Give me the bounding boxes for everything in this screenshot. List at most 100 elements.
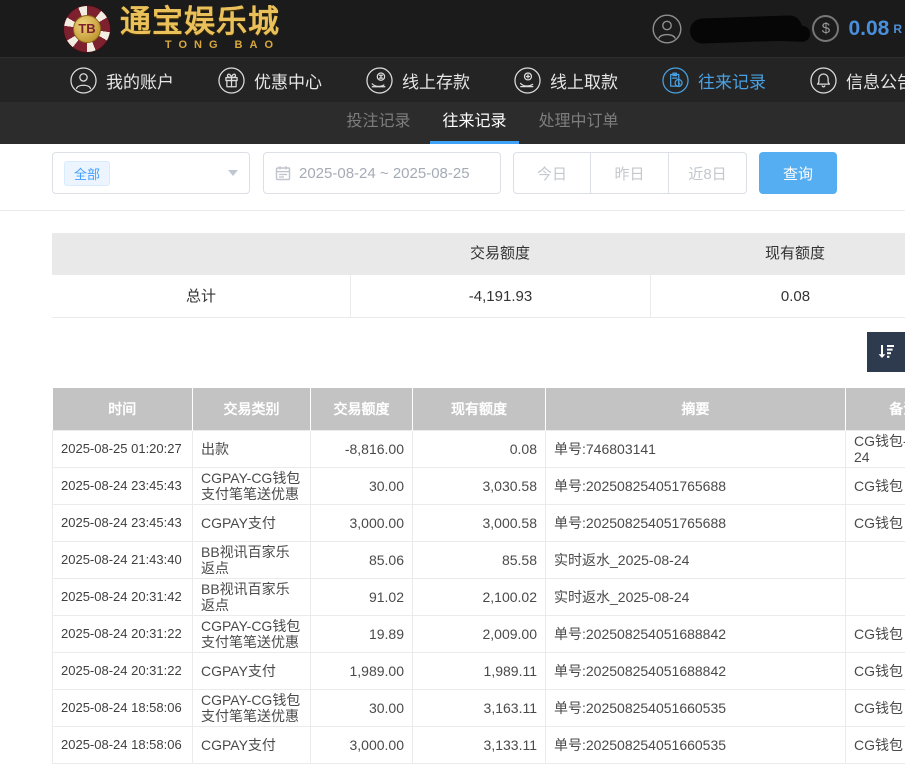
cell-type: CGPAY支付 (193, 504, 311, 541)
account-icon (70, 67, 97, 94)
nav-item-promotions[interactable]: 优惠中心 (218, 67, 322, 94)
cell-amount: 30.00 (311, 689, 413, 726)
nav-item-label: 线上取款 (550, 68, 618, 93)
cell-time: 2025-08-24 18:58:06 (53, 726, 193, 763)
sub-nav: 投注记录 往来记录 处理中订单 (0, 102, 905, 144)
summary-table: 交易额度 现有额度 总计 -4,191.93 0.08 (52, 233, 905, 318)
total-trade-amount: -4,191.93 (350, 275, 650, 318)
cell-amount: 19.89 (311, 615, 413, 652)
sort-descending-icon (875, 341, 897, 363)
cell-type: 出款 (193, 430, 311, 467)
cell-remark: CG钱包 (846, 726, 905, 763)
cell-amount: 91.02 (311, 578, 413, 615)
cell-remark (846, 541, 905, 578)
cell-type: BB视讯百家乐返点 (193, 578, 311, 615)
tab-pending-orders[interactable]: 处理中订单 (523, 102, 635, 144)
sort-button[interactable] (867, 332, 905, 372)
section-divider (0, 210, 905, 211)
user-icon (652, 14, 682, 44)
cell-time: 2025-08-24 20:31:22 (53, 615, 193, 652)
withdraw-coin-hand-icon (514, 67, 541, 94)
filter-bar: 全部 2025-08-24 ~ 2025-08-25 今日 昨日 近8日 查询 (52, 152, 905, 194)
th-summary: 摘要 (546, 388, 846, 430)
cell-time: 2025-08-24 20:31:22 (53, 652, 193, 689)
cell-summary: 单号:202508254051765688 (546, 467, 846, 504)
total-label: 总计 (52, 275, 350, 318)
nav-item-deposit[interactable]: 线上存款 (366, 67, 470, 94)
th-balance: 现有额度 (413, 388, 546, 430)
cell-time: 2025-08-24 23:45:43 (53, 467, 193, 504)
brand-name: 通宝娱乐城 (120, 6, 280, 39)
cell-summary: 单号:202508254051688842 (546, 652, 846, 689)
chevron-down-icon (228, 170, 238, 176)
cell-time: 2025-08-24 21:43:40 (53, 541, 193, 578)
nav-item-withdraw[interactable]: 线上取款 (514, 67, 618, 94)
record-tabs: 投注记录 往来记录 处理中订单 (330, 102, 634, 144)
currency-coin-icon: $ (812, 15, 839, 42)
cell-amount: 3,000.00 (311, 726, 413, 763)
cell-balance: 85.58 (413, 541, 546, 578)
table-row: 2025-08-25 01:20:27 出款 -8,816.00 0.08 单号… (53, 430, 905, 467)
cell-balance: 2,100.02 (413, 578, 546, 615)
cell-type: BB视讯百家乐返点 (193, 541, 311, 578)
th-time: 时间 (53, 388, 193, 430)
brand-text: 通宝娱乐城 TONG BAO (120, 6, 280, 52)
brand-logo[interactable]: TB 通宝娱乐城 TONG BAO (64, 6, 280, 52)
today-button[interactable]: 今日 (513, 152, 591, 194)
table-row: 2025-08-24 20:31:22 CGPAY-CG钱包支付笔笔送优惠 19… (53, 615, 905, 652)
cell-balance: 3,163.11 (413, 689, 546, 726)
table-row: 2025-08-24 18:58:06 CGPAY支付 3,000.00 3,1… (53, 726, 905, 763)
total-balance: 0.08 (650, 275, 905, 318)
cell-amount: 1,989.00 (311, 652, 413, 689)
tab-bet-records[interactable]: 投注记录 (330, 102, 426, 144)
type-select[interactable]: 全部 (52, 152, 250, 194)
yesterday-button[interactable]: 昨日 (591, 152, 669, 194)
table-header-row: 时间 交易类别 交易额度 现有额度 摘要 备注 (53, 388, 905, 430)
poker-chip-icon: TB (64, 6, 110, 52)
cell-summary: 实时返水_2025-08-24 (546, 578, 846, 615)
gift-icon (218, 67, 245, 94)
cell-amount: 3,000.00 (311, 504, 413, 541)
cell-remark: CG钱包 (846, 504, 905, 541)
cell-amount: 30.00 (311, 467, 413, 504)
cell-summary: 单号:746803141 (546, 430, 846, 467)
th-type: 交易类别 (193, 388, 311, 430)
table-row: 2025-08-24 20:31:22 CGPAY支付 1,989.00 1,9… (53, 652, 905, 689)
last-8-days-button[interactable]: 近8日 (669, 152, 747, 194)
cell-remark (846, 578, 905, 615)
th-remark: 备注 (846, 388, 905, 430)
cell-remark: CG钱包 (846, 467, 905, 504)
cell-balance: 1,989.11 (413, 652, 546, 689)
summary-header-trade-amount: 交易额度 (350, 233, 650, 275)
cell-remark: CG钱包 (846, 615, 905, 652)
date-range-value: 2025-08-24 ~ 2025-08-25 (299, 165, 470, 182)
selected-type-tag[interactable]: 全部 (64, 161, 110, 186)
nav-item-announcements[interactable]: 信息公告 (810, 67, 905, 94)
table-row: 2025-08-24 18:58:06 CGPAY-CG钱包支付笔笔送优惠 30… (53, 689, 905, 726)
cell-balance: 2,009.00 (413, 615, 546, 652)
cell-type: CGPAY支付 (193, 726, 311, 763)
page: TB 通宝娱乐城 TONG BAO $ 0.08 R (0, 0, 905, 764)
date-range-input[interactable]: 2025-08-24 ~ 2025-08-25 (263, 152, 501, 194)
cell-summary: 实时返水_2025-08-24 (546, 541, 846, 578)
cell-balance: 3,030.58 (413, 467, 546, 504)
account-area: $ 0.08 R (652, 14, 905, 44)
nav-item-transaction-records[interactable]: 往来记录 (662, 67, 766, 94)
sort-strip (0, 332, 905, 372)
cell-summary: 单号:202508254051660535 (546, 689, 846, 726)
table-row: 2025-08-24 21:43:40 BB视讯百家乐返点 85.06 85.5… (53, 541, 905, 578)
th-amount: 交易额度 (311, 388, 413, 430)
top-header: TB 通宝娱乐城 TONG BAO $ 0.08 R (0, 0, 905, 57)
table-row: 2025-08-24 23:45:43 CGPAY支付 3,000.00 3,0… (53, 504, 905, 541)
nav-item-my-account[interactable]: 我的账户 (70, 67, 174, 94)
cell-remark: CG钱包- 24 (846, 430, 905, 467)
cell-time: 2025-08-24 18:58:06 (53, 689, 193, 726)
cell-summary: 单号:202508254051765688 (546, 504, 846, 541)
tab-transaction-records[interactable]: 往来记录 (426, 102, 522, 144)
cell-summary: 单号:202508254051688842 (546, 615, 846, 652)
cell-type: CGPAY-CG钱包支付笔笔送优惠 (193, 689, 311, 726)
search-button[interactable]: 查询 (759, 152, 837, 194)
cell-time: 2025-08-24 23:45:43 (53, 504, 193, 541)
summary-total-row: 总计 -4,191.93 0.08 (52, 275, 905, 318)
transactions-table: 时间 交易类别 交易额度 现有额度 摘要 备注 2025-08-25 01:20… (52, 388, 905, 764)
